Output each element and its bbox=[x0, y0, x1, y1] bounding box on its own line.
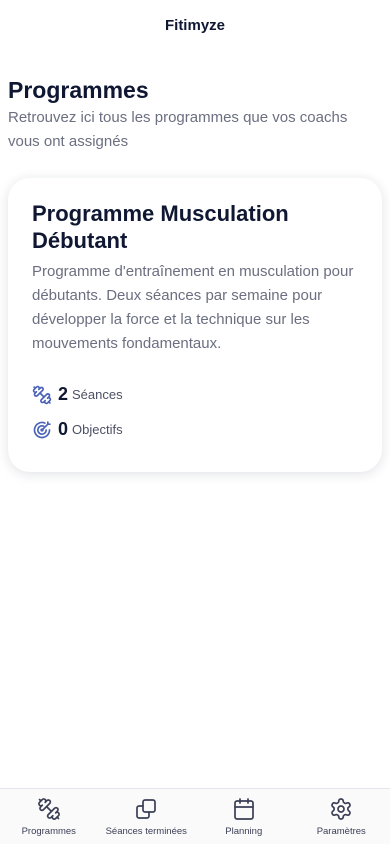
nav-item-planning[interactable]: Planning bbox=[195, 789, 293, 844]
page-header: Programmes Retrouvez ici tous les progra… bbox=[0, 50, 390, 154]
gear-icon bbox=[331, 798, 352, 820]
program-card[interactable]: Programme Musculation Débutant Programme… bbox=[8, 178, 382, 472]
nav-item-seances-terminees[interactable]: Séances terminées bbox=[98, 789, 196, 844]
calendar-icon bbox=[233, 798, 254, 820]
nav-label-planning: Planning bbox=[225, 826, 263, 837]
nav-label-programmes: Programmes bbox=[21, 826, 76, 837]
dumbbell-icon bbox=[32, 385, 52, 404]
nav-label-seances-terminees: Séances terminées bbox=[105, 826, 187, 837]
program-title: Programme Musculation Débutant bbox=[32, 201, 289, 253]
goals-count: 0 bbox=[58, 419, 69, 439]
nav-label-parametres: Paramètres bbox=[316, 826, 366, 837]
nav-item-parametres[interactable]: Paramètres bbox=[293, 789, 390, 844]
sessions-label: Séances bbox=[72, 387, 123, 402]
copy-icon bbox=[136, 799, 157, 819]
sessions-stat: 2 Séances bbox=[32, 384, 358, 405]
goals-label: Objectifs bbox=[72, 422, 123, 437]
page-title: Programmes bbox=[8, 77, 149, 103]
goals-stat: 0 Objectifs bbox=[32, 419, 358, 440]
target-icon bbox=[33, 420, 51, 438]
app-title: Fitimyze bbox=[164, 16, 225, 34]
app-header: Fitimyze bbox=[0, 0, 390, 50]
bottom-nav: Programmes Séances terminées Planning Pa… bbox=[0, 788, 390, 844]
sessions-count: 2 bbox=[58, 384, 69, 404]
program-description: Programme d'entraînement en musculation … bbox=[32, 263, 354, 352]
dumbbell-icon bbox=[37, 798, 60, 820]
page-subtitle: Retrouvez ici tous les programmes que vo… bbox=[8, 109, 348, 150]
nav-item-programmes[interactable]: Programmes bbox=[0, 789, 98, 844]
